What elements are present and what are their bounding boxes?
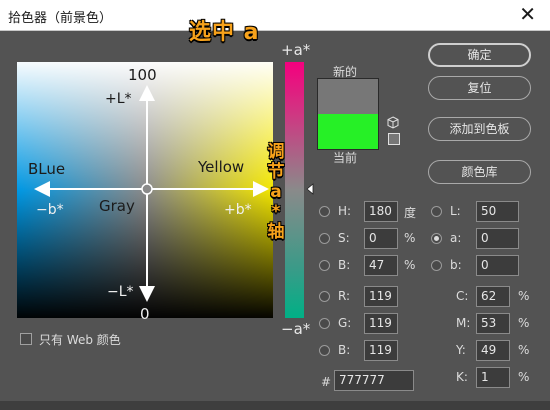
radio-lab-b[interactable] — [431, 260, 442, 271]
new-color-swatch — [318, 79, 378, 114]
radio-hsb-b[interactable] — [319, 260, 330, 271]
hsb-b-unit: % — [404, 258, 416, 272]
plus-l-label: +L* — [105, 91, 132, 107]
y-unit: % — [518, 343, 530, 357]
r-label: R: — [338, 289, 351, 303]
field-cursor — [141, 183, 153, 195]
color-preview — [317, 78, 379, 150]
bottom-edge — [0, 401, 550, 410]
r-input[interactable]: 119 — [364, 286, 398, 307]
hsb-b-label: B: — [338, 258, 351, 272]
radio-h[interactable] — [319, 206, 330, 217]
y-input[interactable]: 49 — [476, 340, 510, 361]
y-label: Y: — [456, 343, 466, 357]
g-input[interactable]: 119 — [364, 313, 398, 334]
field-axes — [34, 85, 269, 302]
field-bottom-value: 0 — [140, 305, 150, 323]
web-only-checkbox[interactable] — [20, 333, 32, 345]
slider-handle-icon[interactable] — [305, 183, 315, 195]
cube-icon[interactable] — [387, 116, 399, 129]
plus-b-label: +b* — [224, 202, 252, 218]
c-input[interactable]: 62 — [476, 286, 510, 307]
add-to-swatches-button[interactable]: 添加到色板 — [428, 117, 531, 141]
a-input[interactable]: 0 — [476, 228, 519, 249]
current-color-label: 当前 — [333, 151, 358, 165]
slider-plus-a-label: +a* — [281, 41, 311, 59]
s-unit: % — [404, 231, 416, 245]
rgb-b-label: B: — [338, 343, 351, 357]
lab-b-label: b: — [450, 258, 462, 272]
k-input[interactable]: 1 — [476, 367, 510, 388]
h-input[interactable]: 180 — [364, 201, 398, 222]
m-label: M: — [456, 316, 471, 330]
hex-label: # — [321, 375, 332, 389]
k-label: K: — [456, 370, 468, 384]
a-label: a: — [450, 231, 462, 245]
lab-b-input[interactable]: 0 — [476, 255, 519, 276]
annotation-select-a: 选中 a — [189, 20, 260, 45]
gray-label: Gray — [99, 197, 135, 215]
slider-minus-a-label: −a* — [281, 320, 311, 338]
blue-label: BLue — [28, 160, 66, 178]
radio-l[interactable] — [431, 206, 442, 217]
m-input[interactable]: 53 — [476, 313, 510, 334]
field-top-value: 100 — [128, 66, 157, 84]
web-only-label: 只有 Web 颜色 — [39, 333, 121, 347]
web-safe-square-icon[interactable] — [388, 133, 400, 145]
radio-s[interactable] — [319, 233, 330, 244]
yellow-label: Yellow — [198, 158, 245, 176]
c-unit: % — [518, 289, 530, 303]
window-title: 拾色器（前景色） — [8, 11, 113, 26]
k-unit: % — [518, 370, 530, 384]
reset-button[interactable]: 复位 — [428, 76, 531, 100]
l-input[interactable]: 50 — [476, 201, 519, 222]
c-label: C: — [456, 289, 469, 303]
annotation-adjust-a-axis: 调 节 a * 轴 — [267, 142, 285, 242]
radio-r[interactable] — [319, 291, 330, 302]
s-label: S: — [338, 231, 350, 245]
hex-input[interactable]: 777777 — [334, 370, 414, 391]
current-color-swatch[interactable] — [318, 114, 378, 149]
minus-l-label: −L* — [107, 284, 134, 300]
radio-a[interactable] — [431, 233, 442, 244]
h-unit: 度 — [404, 206, 417, 220]
s-input[interactable]: 0 — [364, 228, 398, 249]
h-label: H: — [338, 204, 352, 218]
radio-g[interactable] — [319, 318, 330, 329]
minus-b-label: −b* — [36, 202, 64, 218]
ok-button[interactable]: 确定 — [428, 43, 531, 67]
m-unit: % — [518, 316, 530, 330]
hsb-b-input[interactable]: 47 — [364, 255, 398, 276]
l-label: L: — [450, 204, 461, 218]
rgb-b-input[interactable]: 119 — [364, 340, 398, 361]
color-libraries-button[interactable]: 颜色库 — [428, 160, 531, 184]
close-icon[interactable]: ✕ — [519, 3, 536, 25]
radio-rgb-b[interactable] — [319, 345, 330, 356]
g-label: G: — [338, 316, 352, 330]
